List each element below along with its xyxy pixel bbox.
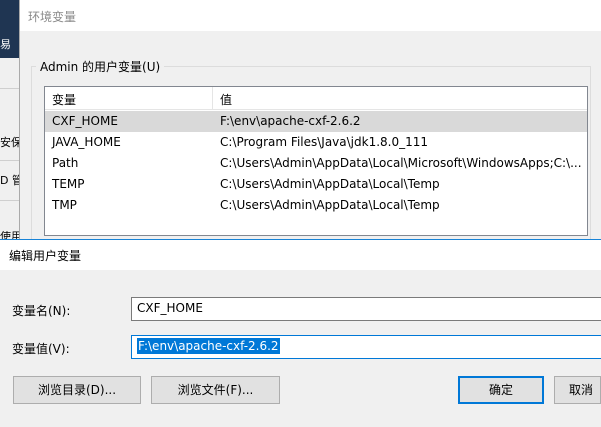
edit-dialog-title: 编辑用户变量	[9, 249, 82, 263]
variable-value-label: 变量值(V):	[12, 342, 70, 356]
list-header: 变量 值	[45, 87, 587, 110]
variable-name-label: 变量名(N):	[12, 304, 71, 318]
user-variables-list[interactable]: 变量 值 CXF_HOME F:\env\apache-cxf-2.6.2 JA…	[44, 86, 588, 236]
variable-name: CXF_HOME	[52, 114, 118, 128]
user-variables-group-label: Admin 的用户变量(U)	[36, 58, 165, 75]
variable-name-field-value: CXF_HOME	[137, 301, 203, 315]
column-header-variable[interactable]: 变量	[52, 91, 76, 108]
column-divider[interactable]	[212, 87, 213, 110]
variable-value-field-selection: F:\env\apache-cxf-2.6.2	[137, 338, 280, 354]
list-item[interactable]: JAVA_HOME C:\Program Files\Java\jdk1.8.0…	[45, 132, 587, 153]
browse-file-button[interactable]: 浏览文件(F)...	[151, 376, 280, 404]
cancel-button[interactable]: 取消	[554, 376, 601, 404]
variable-name: Path	[52, 156, 79, 170]
env-window-title: 环境变量	[28, 10, 77, 24]
variable-name-field[interactable]: CXF_HOME	[131, 297, 601, 321]
variable-value: C:\Users\Admin\AppData\Local\Microsoft\W…	[220, 156, 582, 170]
background-fragment-1: 易	[0, 38, 11, 51]
edit-dialog-titlebar: 编辑用户变量	[0, 240, 601, 270]
list-item[interactable]: Path C:\Users\Admin\AppData\Local\Micros…	[45, 153, 587, 174]
list-item[interactable]: TMP C:\Users\Admin\AppData\Local\Temp	[45, 195, 587, 216]
edit-user-variable-dialog: 编辑用户变量 变量名(N): CXF_HOME 变量值(V): F:\env\a…	[0, 239, 601, 427]
variable-name: TEMP	[52, 177, 85, 191]
browse-directory-button[interactable]: 浏览目录(D)...	[13, 376, 141, 404]
list-item[interactable]: TEMP C:\Users\Admin\AppData\Local\Temp	[45, 174, 587, 195]
list-item[interactable]: CXF_HOME F:\env\apache-cxf-2.6.2	[45, 111, 587, 132]
variable-value: C:\Program Files\Java\jdk1.8.0_111	[220, 135, 429, 149]
variable-value: F:\env\apache-cxf-2.6.2	[220, 114, 361, 128]
variable-value: C:\Users\Admin\AppData\Local\Temp	[220, 198, 440, 212]
variable-value-field[interactable]: F:\env\apache-cxf-2.6.2	[131, 335, 601, 359]
variable-value: C:\Users\Admin\AppData\Local\Temp	[220, 177, 440, 191]
ok-button[interactable]: 确定	[458, 376, 544, 404]
column-header-value[interactable]: 值	[220, 91, 232, 108]
variable-name: TMP	[52, 198, 77, 212]
variable-name: JAVA_HOME	[52, 135, 121, 149]
env-window-titlebar: 环境变量	[20, 0, 601, 31]
